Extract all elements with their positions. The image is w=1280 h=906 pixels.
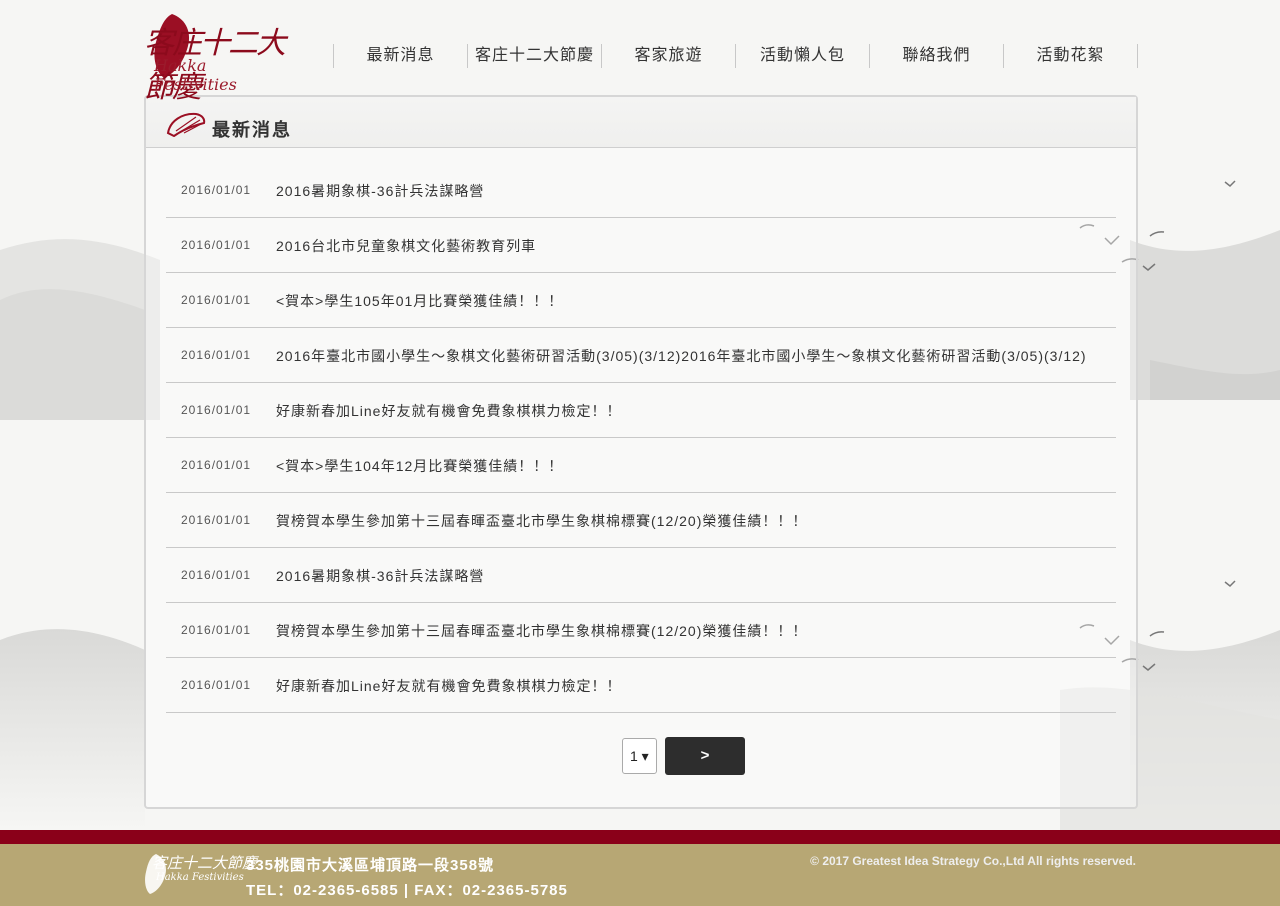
news-panel: 最新消息 2016/01/01 2016暑期象棋-36計兵法謀略營 2016/0… bbox=[144, 95, 1138, 809]
news-title[interactable]: 賀榜賀本學生參加第十三屆春暉盃臺北市學生象棋棉標賽(12/20)榮獲佳績！！！ bbox=[276, 511, 1096, 531]
news-date: 2016/01/01 bbox=[181, 183, 252, 197]
footer-copyright: © 2017 Greatest Idea Strategy Co.,Ltd Al… bbox=[810, 854, 1136, 868]
footer-logo-text: 客庄十二大節慶 bbox=[152, 854, 258, 872]
panel-header: 最新消息 bbox=[146, 97, 1136, 148]
nav-item-gallery[interactable]: 活動花絮 bbox=[1003, 44, 1137, 68]
nav-item-news[interactable]: 最新消息 bbox=[333, 44, 467, 68]
news-item[interactable]: 2016/01/01 賀榜賀本學生參加第十三屆春暉盃臺北市學生象棋棉標賽(12/… bbox=[166, 493, 1116, 548]
news-date: 2016/01/01 bbox=[181, 238, 252, 252]
news-item[interactable]: 2016/01/01 賀榜賀本學生參加第十三屆春暉盃臺北市學生象棋棉標賽(12/… bbox=[166, 603, 1116, 658]
fan-icon bbox=[166, 112, 206, 137]
news-item[interactable]: 2016/01/01 好康新春加Line好友就有機會免費象棋棋力檢定！！ bbox=[166, 383, 1116, 438]
news-title[interactable]: <賀本>學生104年12月比賽榮獲佳績！！！ bbox=[276, 456, 1096, 476]
news-date: 2016/01/01 bbox=[181, 513, 252, 527]
footer: 客庄十二大節慶 Hakka Festivities 335桃園市大溪區埔頂路一段… bbox=[0, 844, 1280, 906]
site-logo[interactable]: 客庄十二大節慶 Hakka Festivities bbox=[142, 12, 292, 105]
news-title[interactable]: 2016年臺北市國小學生～象棋文化藝術研習活動(3/05)(3/12)2016年… bbox=[276, 346, 1096, 366]
pagination: 1 ▾ > bbox=[622, 737, 745, 775]
news-title[interactable]: 2016台北市兒童象棋文化藝術教育列車 bbox=[276, 236, 1096, 256]
footer-address: 335桃園市大溪區埔頂路一段358號 bbox=[246, 857, 495, 874]
nav-item-contact[interactable]: 聯絡我們 bbox=[869, 44, 1003, 68]
news-date: 2016/01/01 bbox=[181, 568, 252, 582]
news-item[interactable]: 2016/01/01 <賀本>學生105年01月比賽榮獲佳績！！！ bbox=[166, 273, 1116, 328]
news-item[interactable]: 2016/01/01 2016暑期象棋-36計兵法謀略營 bbox=[166, 548, 1116, 603]
news-title[interactable]: 2016暑期象棋-36計兵法謀略營 bbox=[276, 181, 1096, 201]
news-title[interactable]: 賀榜賀本學生參加第十三屆春暉盃臺北市學生象棋棉標賽(12/20)榮獲佳績！！！ bbox=[276, 621, 1096, 641]
news-date: 2016/01/01 bbox=[181, 623, 252, 637]
news-date: 2016/01/01 bbox=[181, 458, 252, 472]
news-list: 2016/01/01 2016暑期象棋-36計兵法謀略營 2016/01/01 … bbox=[166, 163, 1116, 713]
footer-contact: TEL：02-2365-6585 | FAX：02-2365-5785 bbox=[246, 882, 568, 899]
news-item[interactable]: 2016/01/01 <賀本>學生104年12月比賽榮獲佳績！！！ bbox=[166, 438, 1116, 493]
news-title[interactable]: 2016暑期象棋-36計兵法謀略營 bbox=[276, 566, 1096, 586]
news-date: 2016/01/01 bbox=[181, 403, 252, 417]
page-select[interactable]: 1 ▾ bbox=[622, 738, 657, 774]
news-title[interactable]: 好康新春加Line好友就有機會免費象棋棋力檢定！！ bbox=[276, 401, 1096, 421]
news-date: 2016/01/01 bbox=[181, 348, 252, 362]
news-date: 2016/01/01 bbox=[181, 293, 252, 307]
page-title: 最新消息 bbox=[212, 120, 292, 140]
main-nav: 最新消息 客庄十二大節慶 客家旅遊 活動懶人包 聯絡我們 活動花絮 bbox=[333, 44, 1138, 68]
news-title[interactable]: 好康新春加Line好友就有機會免費象棋棋力檢定！！ bbox=[276, 676, 1096, 696]
nav-item-festivals[interactable]: 客庄十二大節慶 bbox=[467, 44, 601, 68]
footer-logo-subtitle: Hakka Festivities bbox=[156, 872, 244, 883]
logo-subtitle: Hakka Festivities bbox=[154, 56, 237, 94]
next-page-button[interactable]: > bbox=[665, 737, 745, 775]
news-item[interactable]: 2016/01/01 2016年臺北市國小學生～象棋文化藝術研習活動(3/05)… bbox=[166, 328, 1116, 383]
news-date: 2016/01/01 bbox=[181, 678, 252, 692]
nav-item-event-pack[interactable]: 活動懶人包 bbox=[735, 44, 869, 68]
news-title[interactable]: <賀本>學生105年01月比賽榮獲佳績！！！ bbox=[276, 291, 1096, 311]
news-item[interactable]: 2016/01/01 好康新春加Line好友就有機會免費象棋棋力檢定！！ bbox=[166, 658, 1116, 713]
news-item[interactable]: 2016/01/01 2016台北市兒童象棋文化藝術教育列車 bbox=[166, 218, 1116, 273]
nav-item-travel[interactable]: 客家旅遊 bbox=[601, 44, 735, 68]
news-item[interactable]: 2016/01/01 2016暑期象棋-36計兵法謀略營 bbox=[166, 163, 1116, 218]
footer-divider bbox=[0, 830, 1280, 844]
